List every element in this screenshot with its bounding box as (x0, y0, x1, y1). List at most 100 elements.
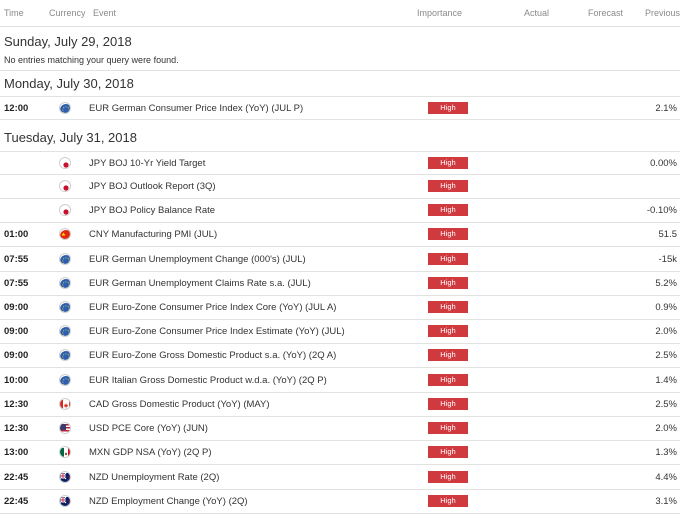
importance-badge: High (428, 301, 468, 313)
row-time: 10:00 (4, 375, 29, 386)
table-row[interactable]: 01:00 CNY Manufacturing PMI (JUL) High 51.5 (0, 223, 680, 247)
header-previous[interactable]: Previous (645, 8, 680, 18)
row-time: 12:30 (4, 399, 29, 410)
row-previous: 0.00% (650, 158, 677, 169)
table-row[interactable]: 22:45 NZD Unemployment Rate (2Q) High 4.4% (0, 466, 680, 490)
importance-badge: High (428, 180, 468, 192)
importance-badge: High (428, 446, 468, 458)
row-previous: -0.10% (646, 205, 677, 216)
eu-flag-icon (59, 277, 71, 289)
table-row[interactable]: 13:00 MXN GDP NSA (YoY) (2Q P) High 1.3% (0, 441, 680, 465)
importance-badge: High (428, 422, 468, 434)
eu-flag-icon (59, 325, 71, 337)
row-event: EUR Euro-Zone Consumer Price Index Estim… (89, 326, 345, 337)
day-heading-monday: Monday, July 30, 2018 (4, 76, 134, 91)
eu-flag-icon (59, 301, 71, 313)
row-event: EUR Euro-Zone Consumer Price Index Core … (89, 302, 337, 313)
importance-badge: High (428, 374, 468, 386)
row-event: EUR German Unemployment Change (000's) (… (89, 254, 306, 265)
eu-flag-icon (59, 349, 71, 361)
importance-badge: High (428, 495, 468, 507)
row-previous: 2.1% (655, 103, 677, 114)
japan-flag-icon (59, 157, 71, 169)
row-previous: 1.4% (655, 375, 677, 386)
row-time: 01:00 (4, 229, 29, 240)
eu-flag-icon (59, 374, 71, 386)
importance-badge: High (428, 349, 468, 361)
row-event: CAD Gross Domestic Product (YoY) (MAY) (89, 399, 270, 410)
row-previous: 2.0% (655, 326, 677, 337)
importance-badge: High (428, 471, 468, 483)
row-previous: 2.5% (655, 399, 677, 410)
table-row[interactable]: 12:30 USD PCE Core (YoY) (JUN) High 2.0% (0, 417, 680, 441)
row-previous: 3.1% (655, 496, 677, 507)
row-time: 09:00 (4, 326, 29, 337)
importance-badge: High (428, 228, 468, 240)
row-time: 22:45 (4, 496, 29, 507)
table-row[interactable]: 07:55 EUR German Unemployment Change (000… (0, 248, 680, 272)
table-header: Time Currency Event Importance Actual Fo… (0, 0, 680, 26)
japan-flag-icon (59, 204, 71, 216)
table-row[interactable]: 10:00 EUR Italian Gross Domestic Product … (0, 369, 680, 393)
header-divider (0, 26, 680, 27)
row-event: EUR German Consumer Price Index (YoY) (J… (89, 103, 304, 114)
row-time: 12:00 (4, 103, 29, 114)
importance-badge: High (428, 325, 468, 337)
canada-flag-icon (59, 398, 71, 410)
row-event: USD PCE Core (YoY) (JUN) (89, 423, 208, 434)
row-previous: 2.5% (655, 350, 677, 361)
row-event: MXN GDP NSA (YoY) (2Q P) (89, 447, 212, 458)
new-zealand-flag-icon (59, 495, 71, 507)
row-previous: -15k (658, 254, 677, 265)
importance-badge: High (428, 204, 468, 216)
row-time: 07:55 (4, 278, 29, 289)
row-event: CNY Manufacturing PMI (JUL) (89, 229, 218, 240)
table-row[interactable]: 09:00 EUR Euro-Zone Consumer Price Index … (0, 296, 680, 320)
row-time: 22:45 (4, 472, 29, 483)
row-time: 13:00 (4, 447, 29, 458)
row-event: EUR Italian Gross Domestic Product w.d.a… (89, 375, 327, 386)
row-previous: 0.9% (655, 302, 677, 313)
table-row[interactable]: JPY BOJ 10-Yr Yield Target High 0.00% (0, 151, 680, 175)
header-currency[interactable]: Currency (49, 8, 86, 18)
header-importance[interactable]: Importance (417, 8, 462, 18)
mexico-flag-icon (59, 446, 71, 458)
day-divider (0, 70, 680, 71)
table-row[interactable]: 09:00 EUR Euro-Zone Gross Domestic Produc… (0, 344, 680, 368)
row-previous: 4.4% (655, 472, 677, 483)
table-row[interactable]: 12:30 CAD Gross Domestic Product (YoY) (M… (0, 393, 680, 417)
row-event: NZD Unemployment Rate (2Q) (89, 472, 220, 483)
china-flag-icon (59, 228, 71, 240)
importance-badge: High (428, 253, 468, 265)
table-row[interactable]: JPY BOJ Policy Balance Rate High -0.10% (0, 199, 680, 223)
importance-badge: High (428, 102, 468, 114)
eu-flag-icon (59, 102, 71, 114)
row-time: 09:00 (4, 302, 29, 313)
row-event: JPY BOJ Policy Balance Rate (89, 205, 216, 216)
table-row[interactable]: 07:55 EUR German Unemployment Claims Rate… (0, 272, 680, 296)
row-event: EUR Euro-Zone Gross Domestic Product s.a… (89, 350, 337, 361)
header-forecast[interactable]: Forecast (588, 8, 623, 18)
row-event: JPY BOJ Outlook Report (3Q) (89, 181, 216, 192)
usa-flag-icon (59, 422, 71, 434)
row-previous: 51.5 (658, 229, 678, 240)
header-time[interactable]: Time (4, 8, 24, 18)
row-event: JPY BOJ 10-Yr Yield Target (89, 158, 206, 169)
row-previous: 1.3% (655, 447, 677, 458)
table-row[interactable]: JPY BOJ Outlook Report (3Q) High (0, 175, 680, 199)
new-zealand-flag-icon (59, 471, 71, 483)
table-row[interactable]: 22:45 NZD Employment Change (YoY) (2Q) Hig… (0, 490, 680, 514)
header-event[interactable]: Event (93, 8, 116, 18)
day-heading-tuesday: Tuesday, July 31, 2018 (4, 130, 137, 145)
table-row[interactable]: 09:00 EUR Euro-Zone Consumer Price Index … (0, 320, 680, 344)
row-previous: 5.2% (655, 278, 677, 289)
header-actual[interactable]: Actual (524, 8, 549, 18)
table-row[interactable]: 12:00 EUR German Consumer Price Index (Yo… (0, 96, 680, 120)
importance-badge: High (428, 277, 468, 289)
row-time: 12:30 (4, 423, 29, 434)
importance-badge: High (428, 157, 468, 169)
row-time: 07:55 (4, 254, 29, 265)
importance-badge: High (428, 398, 468, 410)
row-previous: 2.0% (655, 423, 677, 434)
no-entries-note: No entries matching your query were foun… (4, 55, 179, 65)
